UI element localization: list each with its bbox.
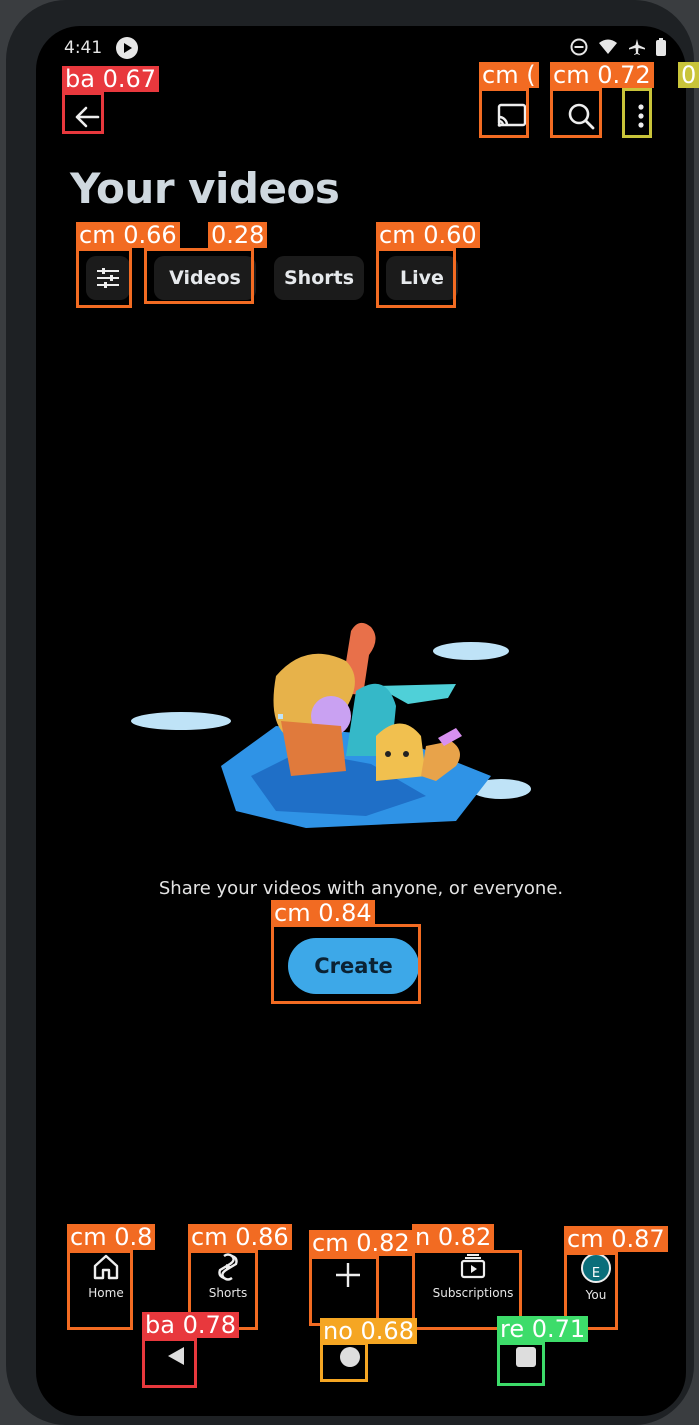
back-button[interactable]: [68, 98, 106, 136]
more-options-button[interactable]: [628, 94, 654, 138]
create-button[interactable]: Create: [288, 938, 419, 994]
wifi-icon: [599, 39, 617, 54]
annotation-label: cm 0.86: [188, 1224, 292, 1250]
arrow-left-icon: [75, 106, 100, 128]
annotation-label: cm (: [479, 62, 539, 88]
do-not-disturb-icon: [570, 38, 588, 56]
annotation-label: cm 0.66: [76, 222, 180, 248]
search-icon: [568, 103, 595, 130]
avatar-letter: E: [591, 1266, 601, 1281]
phone-frame: 4:41 Your videos Videos Shorts Live Shar…: [6, 0, 694, 1425]
system-recents-button[interactable]: [515, 1346, 537, 1368]
cast-button[interactable]: [488, 94, 536, 138]
nav-home[interactable]: Home: [76, 1252, 136, 1300]
empty-state-illustration: [131, 622, 531, 828]
subscriptions-icon: [460, 1254, 486, 1279]
airplane-mode-icon: [629, 39, 645, 55]
status-time: 4:41: [64, 38, 103, 58]
nav-subscriptions[interactable]: Subscriptions: [418, 1252, 528, 1300]
nav-you[interactable]: E You: [566, 1252, 626, 1302]
more-vert-icon: [638, 104, 644, 128]
page-title: Your videos: [70, 164, 340, 213]
annotation-label: cm 0.72: [550, 62, 654, 88]
annotation-label: cm 0.8: [67, 1224, 156, 1250]
nav-shorts[interactable]: Shorts: [198, 1252, 258, 1300]
nav-subscriptions-label: Subscriptions: [432, 1286, 514, 1300]
annotation-label: ba 0.78: [142, 1312, 240, 1338]
home-icon: [93, 1254, 119, 1280]
cast-icon: [497, 103, 527, 127]
annotation-label: n 0.82: [412, 1224, 495, 1250]
annotation-label: re 0.71: [497, 1316, 589, 1342]
sliders-icon: [97, 268, 119, 288]
annotation-label: cm 0.60: [376, 222, 480, 248]
annotation-label: cm 0.82: [309, 1230, 413, 1256]
nav-create[interactable]: [318, 1252, 378, 1292]
annotation-label: cm 0.87: [564, 1226, 668, 1252]
tab-live[interactable]: Live: [386, 256, 458, 300]
nav-home-label: Home: [88, 1286, 124, 1300]
shorts-icon: [218, 1253, 238, 1281]
tab-shorts[interactable]: Shorts: [274, 256, 364, 300]
annotation-label: ba 0.67: [62, 66, 160, 92]
plus-icon: [336, 1263, 360, 1287]
empty-state-message: Share your videos with anyone, or everyo…: [158, 878, 564, 899]
youtube-notification-icon: [116, 37, 138, 59]
system-home-button[interactable]: [339, 1346, 361, 1368]
battery-icon: [656, 38, 666, 56]
status-icons: [570, 38, 666, 56]
system-back-button[interactable]: [164, 1344, 188, 1368]
search-button[interactable]: [556, 94, 606, 138]
nav-shorts-label: Shorts: [208, 1286, 248, 1300]
annotation-label: 0: [678, 62, 699, 88]
annotation-label: 0.28: [208, 222, 268, 248]
annotation-label: no 0.68: [320, 1318, 417, 1344]
tab-videos[interactable]: Videos: [154, 256, 256, 300]
nav-you-label: You: [585, 1288, 607, 1302]
annotation-label: cm 0.84: [271, 900, 375, 926]
filter-button[interactable]: [86, 256, 130, 300]
